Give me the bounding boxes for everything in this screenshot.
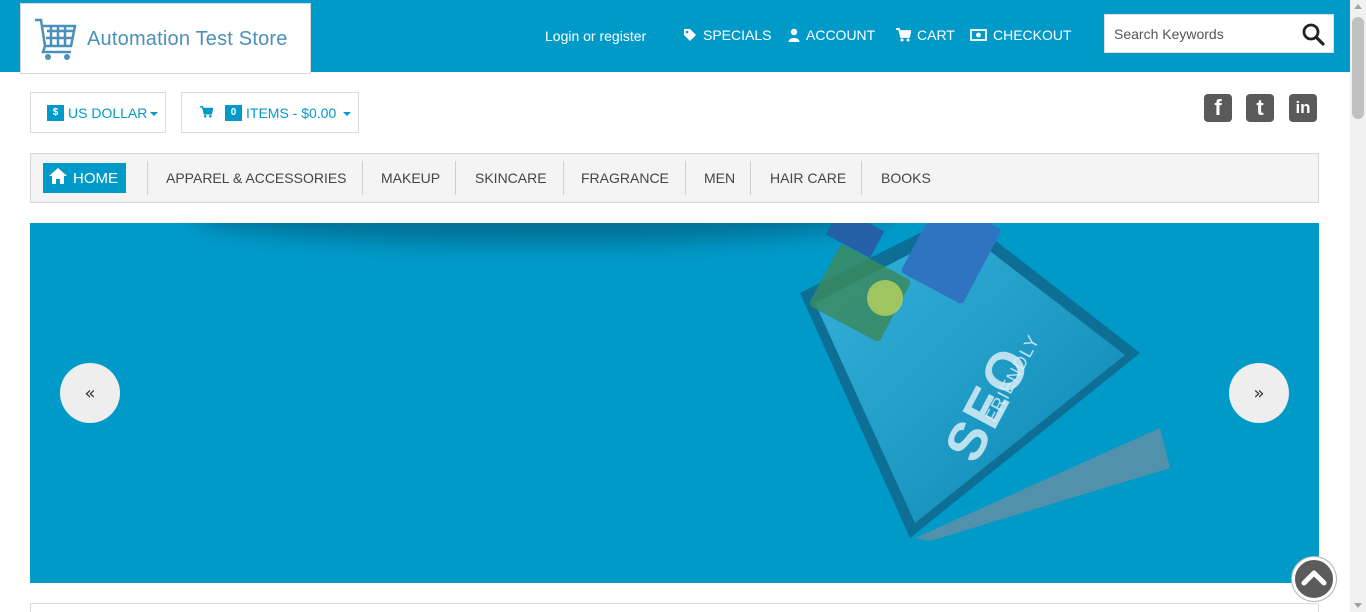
search-input[interactable]	[1105, 15, 1295, 52]
user-icon	[788, 28, 800, 42]
money-icon	[970, 29, 987, 41]
menu-divider	[147, 161, 148, 195]
cart-icon	[200, 105, 214, 121]
nav-cart-label: CART	[917, 27, 955, 43]
menu-item-books[interactable]: BOOKS	[881, 154, 931, 202]
menu-home-label: HOME	[73, 169, 118, 187]
back-to-top-button[interactable]	[1292, 557, 1336, 601]
menu-divider	[685, 161, 686, 195]
menu-divider	[563, 161, 564, 195]
store-logo[interactable]: Automation Test Store	[20, 3, 311, 74]
menu-divider	[362, 161, 363, 195]
double-chevron-left-icon: «	[84, 382, 96, 404]
double-chevron-right-icon: »	[1253, 382, 1265, 404]
menu-divider	[750, 161, 751, 195]
nav-account[interactable]: ACCOUNT	[788, 27, 875, 43]
seo-tablet-illustration	[800, 223, 1170, 541]
linkedin-glyph: in	[1295, 98, 1311, 117]
menu-item-fragrance[interactable]: FRAGRANCE	[581, 154, 669, 202]
menu-item-skincare[interactable]: SKINCARE	[475, 154, 547, 202]
twitter-glyph: t	[1256, 95, 1264, 120]
menu-item-hair-care[interactable]: HAIR CARE	[770, 154, 846, 202]
menu-divider	[455, 161, 456, 195]
cart-summary-label: ITEMS - $0.00	[246, 104, 337, 121]
menu-item-makeup[interactable]: MAKEUP	[381, 154, 440, 202]
cart-count-badge: 0	[225, 104, 242, 121]
slider-next-button[interactable]: »	[1229, 363, 1289, 423]
category-menu: HOME APPAREL & ACCESSORIES MAKEUP SKINCA…	[30, 153, 1319, 203]
search-icon[interactable]	[1301, 22, 1325, 46]
hero-slider: SEO FRIENDLY « »	[30, 223, 1319, 583]
chevron-up-icon	[1301, 568, 1327, 591]
nav-cart[interactable]: CART	[896, 27, 955, 43]
home-icon	[49, 168, 67, 188]
nav-account-label: ACCOUNT	[806, 27, 876, 43]
menu-divider	[861, 161, 862, 195]
content-panel	[30, 603, 1319, 612]
slider-prev-button[interactable]: «	[60, 363, 120, 423]
nav-checkout-label: CHECKOUT	[993, 27, 1072, 43]
scroll-down-arrow-icon[interactable]	[1354, 603, 1362, 608]
nav-checkout[interactable]: CHECKOUT	[970, 27, 1072, 43]
facebook-icon[interactable]: f	[1204, 94, 1232, 122]
linkedin-icon[interactable]: in	[1289, 94, 1317, 122]
twitter-icon[interactable]: t	[1246, 94, 1274, 122]
cart-dropdown[interactable]: 0 ITEMS - $0.00	[181, 92, 359, 133]
menu-item-men[interactable]: MEN	[704, 154, 735, 202]
scrollbar-thumb[interactable]	[1352, 17, 1364, 119]
top-header: Automation Test Store Login or register …	[0, 0, 1350, 74]
nav-specials[interactable]: SPECIALS	[683, 27, 771, 43]
store-name: Automation Test Store	[87, 28, 288, 50]
shopping-cart-logo-icon	[33, 16, 77, 67]
tag-icon	[683, 28, 697, 42]
cart-icon	[896, 28, 911, 42]
menu-home[interactable]: HOME	[43, 163, 126, 193]
menu-item-apparel[interactable]: APPAREL & ACCESSORIES	[166, 154, 347, 202]
chevron-down-icon	[150, 111, 159, 116]
chevron-down-icon	[343, 111, 352, 116]
search-box	[1104, 14, 1334, 53]
scroll-up-arrow-icon[interactable]	[1354, 4, 1362, 9]
facebook-glyph: f	[1214, 95, 1222, 120]
currency-label: US DOLLAR	[68, 104, 148, 121]
currency-dropdown[interactable]: $ US DOLLAR	[30, 92, 166, 133]
currency-symbol-badge: $	[47, 104, 64, 121]
nav-specials-label: SPECIALS	[703, 27, 772, 43]
page-scrollbar[interactable]	[1350, 0, 1366, 612]
login-register-link[interactable]: Login or register	[545, 28, 646, 44]
